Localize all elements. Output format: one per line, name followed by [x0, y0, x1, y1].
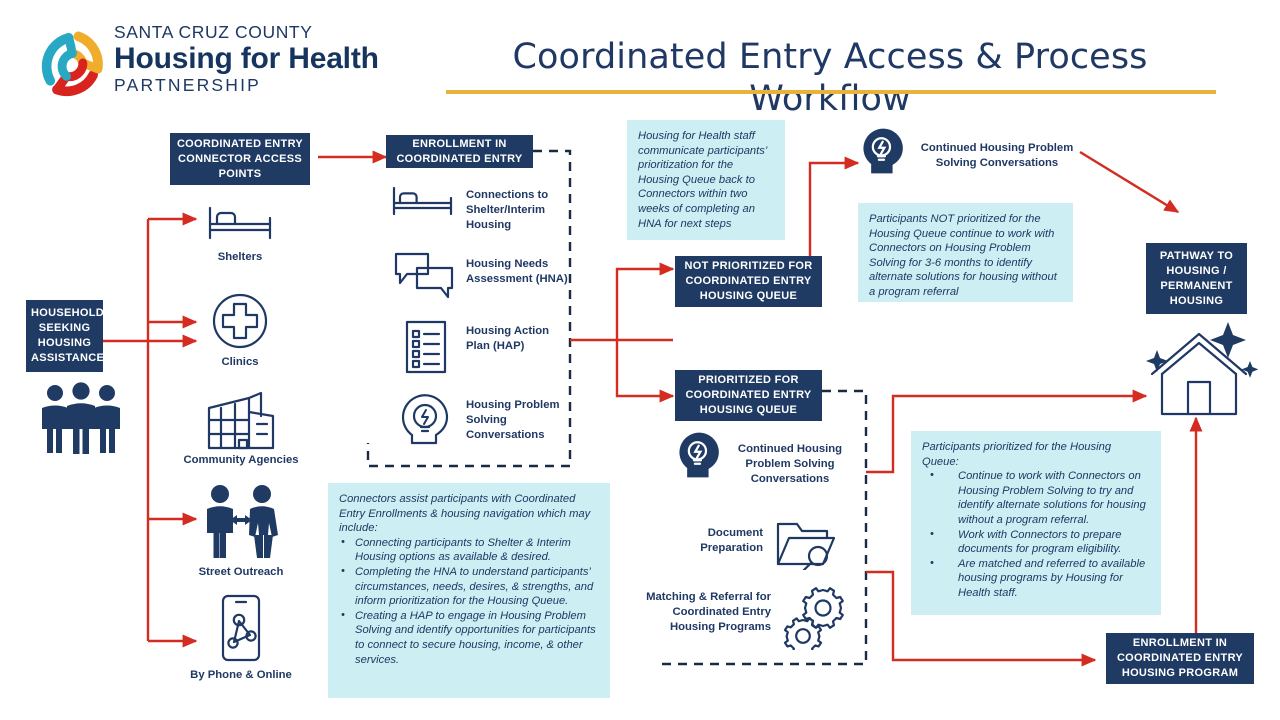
callout-staff-communication: Housing for Health staff communicate par… — [627, 120, 785, 240]
enrollment-service-label-hap: Housing Action Plan (HAP) — [466, 325, 550, 352]
callout-prioritized-bullets: Continue to work with Connectors on Hous… — [922, 468, 1150, 601]
organization-logo: SANTA CRUZ COUNTY Housing for Health PAR… — [34, 22, 414, 104]
logo-line-county: SANTA CRUZ COUNTY — [114, 22, 313, 42]
callout-connectors-bullets: Connecting participants to Shelter & Int… — [339, 535, 599, 667]
access-point-label-shelters: Shelters — [217, 251, 263, 263]
callout-not-prioritized-text: Participants NOT prioritized for the Hou… — [869, 213, 1057, 298]
access-point-label-phone-online: By Phone & Online — [190, 669, 292, 681]
list-item: Continue to work with Connectors on Hous… — [922, 468, 1150, 527]
access-point-label-street-outreach: Street Outreach — [198, 566, 284, 578]
not-prioritized-queue-box: NOT PRIORITIZED FOR COORDINATED ENTRY HO… — [675, 256, 822, 307]
prioritized-step-label-matching-referral: Matching & Referral for Coordinated Entr… — [646, 591, 771, 633]
page-title: Coordinated Entry Access & Process Workf… — [512, 37, 1148, 119]
callout-not-prioritized-note: Participants NOT prioritized for the Hou… — [858, 203, 1073, 302]
not-prioritized-followup-label: Continued Housing Problem Solving Conver… — [920, 142, 1074, 169]
medical-cross-circle-icon — [212, 293, 268, 349]
logo-line-partnership: PARTNERSHIP — [114, 75, 262, 95]
enrollment-in-coordinated-entry-box: ENROLLMENT IN COORDINATED ENTRY — [386, 135, 533, 168]
pathway-to-housing-box: PATHWAY TO HOUSING / PERMANENT HOUSING — [1146, 243, 1247, 314]
gears-icon — [783, 587, 844, 650]
list-item: Work with Connectors to prepare document… — [922, 527, 1150, 557]
title-underline — [446, 90, 1216, 94]
housing-for-health-logo-icon — [41, 31, 103, 97]
list-item: Creating a HAP to engage in Housing Prob… — [339, 608, 599, 667]
head-lightbulb-icon — [679, 432, 719, 478]
coordinated-entry-connector-access-points-box: COORDINATED ENTRY CONNECTOR ACCESS POINT… — [170, 133, 310, 185]
callout-connectors-assist: Connectors assist participants with Coor… — [328, 483, 610, 698]
head-lightbulb-icon — [863, 128, 903, 174]
callout-staff-communication-text: Housing for Health staff communicate par… — [638, 130, 767, 230]
list-item: Are matched and referred to available ho… — [922, 556, 1150, 601]
callout-prioritized-note: Participants prioritized for the Housing… — [911, 431, 1161, 615]
callout-connectors-intro: Connectors assist participants with Coor… — [339, 493, 591, 535]
enrollment-service-label-hna: Housing Needs Assessment (HNA) — [466, 258, 568, 285]
house-sparkle-icon — [1146, 322, 1258, 416]
logo-line-name: Housing for Health — [114, 42, 379, 75]
enrollment-service-label-problem-solving: Housing Problem Solving Conversations — [466, 399, 560, 441]
enrollment-in-housing-program-box: ENROLLMENT IN COORDINATED ENTRY HOUSING … — [1106, 633, 1254, 684]
access-point-label-community-agencies: Community Agencies — [183, 454, 299, 466]
two-people-arrow-icon — [207, 485, 278, 558]
folder-magnifier-icon — [776, 522, 836, 570]
building-icon — [207, 391, 275, 450]
head-lightbulb-icon — [401, 394, 449, 445]
checklist-document-icon — [405, 320, 447, 374]
workflow-diagram: SANTA CRUZ COUNTY Housing for Health PAR… — [0, 0, 1280, 720]
households-seeking-housing-box: HOUSEHOLDS SEEKING HOUSING ASSISTANCE — [26, 300, 111, 372]
list-item: Completing the HNA to understand partici… — [339, 564, 599, 609]
enrollment-service-label-shelter: Connections to Shelter/Interim Housing — [466, 189, 549, 231]
list-item: Connecting participants to Shelter & Int… — [339, 535, 599, 565]
bed-icon — [208, 206, 272, 240]
access-point-label-clinics: Clinics — [221, 356, 259, 368]
bed-icon — [392, 186, 453, 216]
callout-prioritized-intro: Participants prioritized for the Housing… — [922, 441, 1112, 468]
prioritized-queue-box: PRIORITIZED FOR COORDINATED ENTRY HOUSIN… — [675, 370, 822, 421]
prioritized-step-label-document-prep: Document Preparation — [700, 527, 763, 554]
prioritized-step-label-problem-solving: Continued Housing Problem Solving Conver… — [737, 443, 843, 485]
three-people-icon — [42, 382, 120, 454]
smartphone-network-icon — [221, 594, 261, 662]
speech-bubbles-icon — [394, 252, 454, 299]
